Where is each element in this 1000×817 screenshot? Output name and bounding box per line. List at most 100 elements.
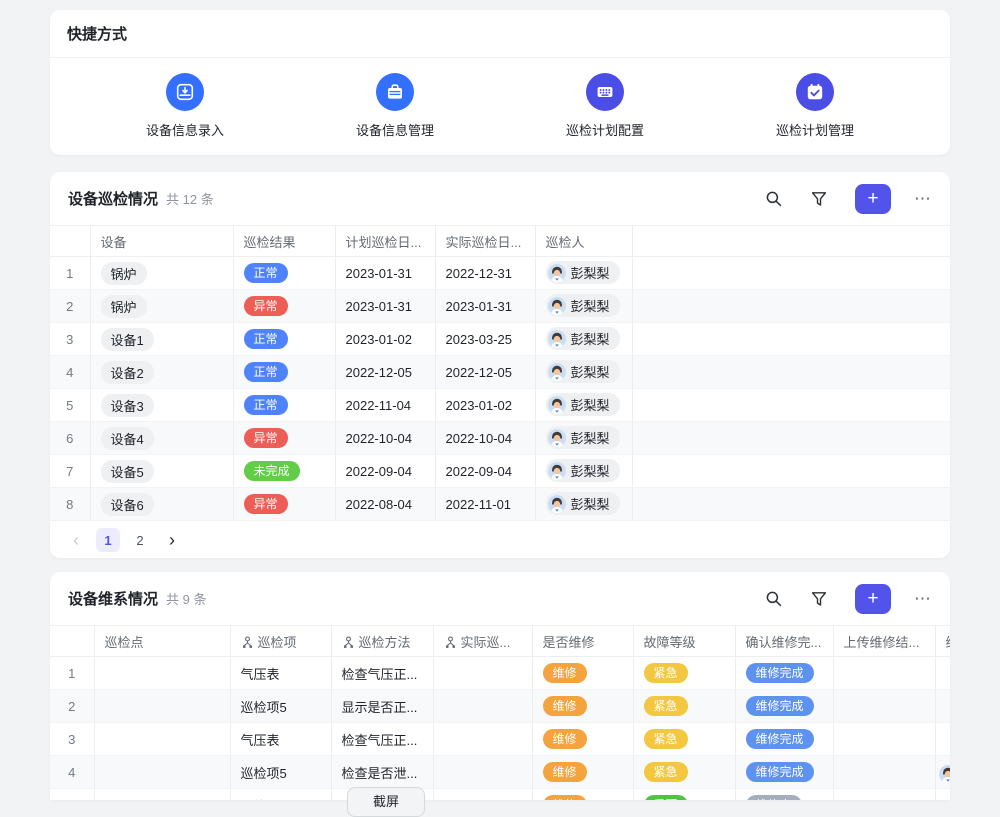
pagination-page-1[interactable]: 1 [96, 528, 120, 552]
more-options-icon[interactable]: ⋯ [914, 589, 932, 609]
cell-planned-date[interactable]: 2022-10-04 [335, 422, 435, 455]
cell-actual-date[interactable]: 2023-01-31 [435, 290, 535, 323]
filter-icon[interactable] [810, 190, 828, 208]
column-header-planned-date[interactable]: 计划巡检日... [335, 226, 435, 257]
cell-actual[interactable] [433, 657, 532, 690]
cell-upload[interactable] [833, 690, 935, 723]
cell-confirm[interactable]: 维修完成 [735, 756, 833, 789]
cell-planned-date[interactable]: 2023-01-31 [335, 257, 435, 290]
cell-inspection-point[interactable] [94, 657, 230, 690]
cell-actual[interactable] [433, 756, 532, 789]
cell-actual-date[interactable]: 2022-12-05 [435, 356, 535, 389]
cell-confirm[interactable]: 维修完成 [735, 657, 833, 690]
cell-confirm[interactable]: 维修中 [735, 789, 833, 801]
cell-result[interactable]: 异常 [233, 488, 335, 521]
cell-confirm[interactable]: 维修完成 [735, 723, 833, 756]
cell-repair[interactable]: 维修 [532, 789, 633, 801]
cell-actual[interactable] [433, 789, 532, 801]
cell-result[interactable]: 正常 [233, 389, 335, 422]
cell-inspector[interactable]: 彭梨梨 [535, 455, 632, 488]
cell-fault-level[interactable]: 重要 [633, 789, 735, 801]
cell-upload[interactable] [833, 723, 935, 756]
cell-actual[interactable] [433, 690, 532, 723]
pagination-next[interactable]: › [160, 528, 184, 552]
cell-inspector[interactable]: 彭梨梨 [535, 488, 632, 521]
cell-device[interactable]: 设备6 [90, 488, 233, 521]
cell-result[interactable]: 正常 [233, 257, 335, 290]
cell-actual-date[interactable]: 2023-01-02 [435, 389, 535, 422]
column-header-method[interactable]: 巡检方法 [331, 626, 433, 657]
cell-device[interactable]: 设备1 [90, 323, 233, 356]
cell-inspection-item[interactable]: 巡检项5 [230, 789, 331, 801]
cell-repair[interactable]: 维修 [532, 657, 633, 690]
cell-extra[interactable] [935, 756, 950, 789]
cell-fault-level[interactable]: 紧急 [633, 723, 735, 756]
cell-confirm[interactable]: 维修完成 [735, 690, 833, 723]
cell-result[interactable]: 正常 [233, 356, 335, 389]
cell-inspection-item[interactable]: 气压表 [230, 723, 331, 756]
search-icon[interactable] [765, 590, 783, 608]
cell-device[interactable]: 设备4 [90, 422, 233, 455]
shortcut-device-info-entry[interactable]: 设备信息录入 [100, 73, 270, 139]
column-header-repair[interactable]: 是否维修 [532, 626, 633, 657]
cell-result[interactable]: 异常 [233, 422, 335, 455]
more-options-icon[interactable]: ⋯ [914, 189, 932, 209]
cell-planned-date[interactable]: 2022-11-04 [335, 389, 435, 422]
cell-fault-level[interactable]: 紧急 [633, 756, 735, 789]
cell-device[interactable]: 锅炉 [90, 290, 233, 323]
cell-actual-date[interactable]: 2022-11-01 [435, 488, 535, 521]
search-icon[interactable] [765, 190, 783, 208]
cell-inspection-point[interactable] [94, 690, 230, 723]
cell-device[interactable]: 锅炉 [90, 257, 233, 290]
cell-planned-date[interactable]: 2023-01-02 [335, 323, 435, 356]
cell-inspection-item[interactable]: 气压表 [230, 657, 331, 690]
cell-extra[interactable] [935, 723, 950, 756]
cell-repair[interactable]: 维修 [532, 723, 633, 756]
cell-upload[interactable] [833, 756, 935, 789]
cell-actual-date[interactable]: 2023-03-25 [435, 323, 535, 356]
column-header-extra[interactable]: 维 [935, 626, 950, 657]
cell-inspection-point[interactable] [94, 723, 230, 756]
cell-extra[interactable] [935, 789, 950, 801]
cell-device[interactable]: 设备3 [90, 389, 233, 422]
cell-inspection-item[interactable]: 巡检项5 [230, 756, 331, 789]
cell-actual-date[interactable]: 2022-12-31 [435, 257, 535, 290]
column-header-actual[interactable]: 实际巡... [433, 626, 532, 657]
column-header-item[interactable]: 巡检项 [230, 626, 331, 657]
add-record-button[interactable]: + [855, 184, 891, 214]
column-header-point[interactable]: 巡检点 [94, 626, 230, 657]
cell-repair[interactable]: 维修 [532, 756, 633, 789]
cell-inspector[interactable]: 彭梨梨 [535, 257, 632, 290]
cell-planned-date[interactable]: 2023-01-31 [335, 290, 435, 323]
cell-inspector[interactable]: 彭梨梨 [535, 389, 632, 422]
cell-inspection-point[interactable] [94, 756, 230, 789]
column-header-device[interactable]: 设备 [90, 226, 233, 257]
cell-inspector[interactable]: 彭梨梨 [535, 422, 632, 455]
cell-extra[interactable] [935, 657, 950, 690]
cell-inspection-method[interactable]: 检查是否泄... [331, 756, 433, 789]
column-header-confirm[interactable]: 确认维修完... [735, 626, 833, 657]
cell-planned-date[interactable]: 2022-09-04 [335, 455, 435, 488]
cell-planned-date[interactable]: 2022-08-04 [335, 488, 435, 521]
cell-result[interactable]: 未完成 [233, 455, 335, 488]
cell-inspector[interactable]: 彭梨梨 [535, 323, 632, 356]
cell-inspector[interactable]: 彭梨梨 [535, 356, 632, 389]
cell-actual-date[interactable]: 2022-09-04 [435, 455, 535, 488]
screenshot-tooltip[interactable]: 截屏 [347, 787, 425, 817]
add-record-button[interactable]: + [855, 584, 891, 614]
shortcut-inspection-plan-config[interactable]: 巡检计划配置 [520, 73, 690, 139]
cell-repair[interactable]: 维修 [532, 690, 633, 723]
cell-extra[interactable] [935, 690, 950, 723]
cell-inspection-item[interactable]: 巡检项5 [230, 690, 331, 723]
cell-result[interactable]: 异常 [233, 290, 335, 323]
pagination-page-2[interactable]: 2 [128, 528, 152, 552]
cell-inspection-method[interactable]: 检查气压正... [331, 657, 433, 690]
cell-actual[interactable] [433, 723, 532, 756]
cell-inspection-method[interactable]: 检查气压正... [331, 723, 433, 756]
cell-upload[interactable] [833, 789, 935, 801]
column-header-result[interactable]: 巡检结果 [233, 226, 335, 257]
cell-device[interactable]: 设备5 [90, 455, 233, 488]
cell-planned-date[interactable]: 2022-12-05 [335, 356, 435, 389]
filter-icon[interactable] [810, 590, 828, 608]
shortcut-device-info-manage[interactable]: 设备信息管理 [310, 73, 480, 139]
